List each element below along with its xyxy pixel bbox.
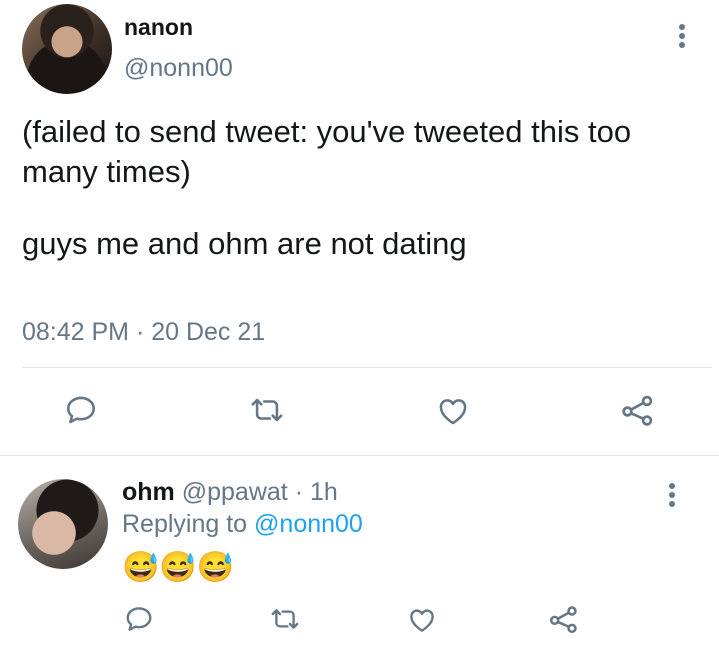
replying-to-mention[interactable]: @nonn00 [254,510,363,538]
retweet-icon[interactable] [269,604,301,639]
divider [0,455,719,456]
tweet-text-line: guys me and ohm are not dating [22,226,467,261]
retweet-icon[interactable] [248,393,286,432]
share-icon[interactable] [620,392,656,433]
divider [22,367,712,368]
reply-author-name[interactable]: ohm [122,478,175,506]
author-avatar[interactable] [22,4,112,94]
tweet-text-line: (failed to send tweet: you've tweeted th… [22,114,632,189]
replying-to-label: Replying to [122,510,248,538]
like-icon[interactable] [435,394,471,433]
reply-header: ohm @ppawat · 1h [122,478,338,507]
replying-to: Replying to @nonn00 [122,510,363,539]
author-handle[interactable]: @nonn00 [124,54,233,83]
reply-separator: · [294,478,304,506]
reply-icon[interactable] [124,604,154,639]
reply-icon[interactable] [64,393,98,432]
reply-author-avatar[interactable] [18,479,108,569]
reply-text: 😅😅😅 [122,551,235,584]
share-icon[interactable] [548,603,580,640]
reply-author-handle[interactable]: @ppawat [182,478,288,506]
tweet-text: (failed to send tweet: you've tweeted th… [22,112,702,264]
more-options-icon[interactable] [672,22,694,52]
author-name[interactable]: nanon [124,14,193,41]
reply-time[interactable]: 1h [310,478,338,506]
like-icon[interactable] [406,605,438,640]
tweet-timestamp[interactable]: 08:42 PM · 20 Dec 21 [22,318,265,347]
more-options-icon[interactable] [662,481,684,511]
